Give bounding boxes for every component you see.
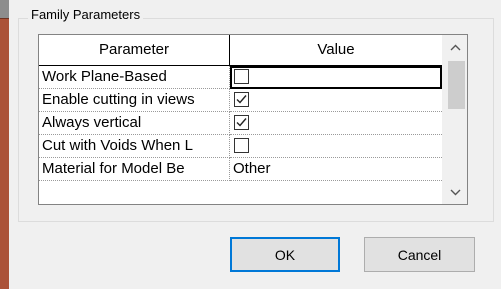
parameter-value-cell[interactable] bbox=[230, 112, 442, 135]
vertical-scrollbar[interactable] bbox=[442, 35, 467, 204]
always-vertical-checkbox[interactable] bbox=[234, 115, 249, 130]
group-title: Family Parameters bbox=[28, 7, 144, 23]
material-value-cell[interactable]: Other bbox=[230, 158, 442, 181]
parameter-value-cell[interactable] bbox=[230, 89, 442, 112]
cut-with-voids-checkbox[interactable] bbox=[234, 138, 249, 153]
cancel-button[interactable]: Cancel bbox=[364, 237, 475, 272]
column-header-value[interactable]: Value bbox=[230, 35, 442, 66]
parameter-value-cell[interactable] bbox=[230, 135, 442, 158]
chevron-down-icon bbox=[450, 189, 461, 195]
scroll-up-button[interactable] bbox=[443, 35, 467, 59]
scrollbar-thumb[interactable] bbox=[448, 61, 465, 109]
background-window-strip bbox=[0, 0, 9, 18]
parameter-name-cell[interactable]: Enable cutting in views bbox=[39, 89, 230, 112]
parameter-name-cell[interactable]: Always vertical bbox=[39, 112, 230, 135]
work-plane-based-checkbox[interactable] bbox=[234, 69, 249, 84]
table-row[interactable]: Cut with Voids When L bbox=[39, 135, 442, 158]
parameter-name-cell[interactable]: Material for Model Be bbox=[39, 158, 230, 181]
parameters-grid: Parameter Value Work Plane-Based Enable … bbox=[38, 34, 468, 205]
chevron-up-icon bbox=[450, 44, 461, 50]
background-window-seam bbox=[0, 18, 9, 19]
parameter-name-cell[interactable]: Work Plane-Based bbox=[39, 66, 230, 89]
table-row[interactable]: Enable cutting in views bbox=[39, 89, 442, 112]
table-row[interactable]: Always vertical bbox=[39, 112, 442, 135]
scroll-down-button[interactable] bbox=[443, 180, 467, 204]
checkmark-icon bbox=[236, 95, 247, 104]
parameter-name-cell[interactable]: Cut with Voids When L bbox=[39, 135, 230, 158]
ok-button[interactable]: OK bbox=[230, 237, 340, 272]
table-row[interactable]: Work Plane-Based bbox=[39, 66, 442, 89]
background-window-edge bbox=[0, 0, 9, 289]
checkmark-icon bbox=[236, 118, 247, 127]
table-row[interactable]: Material for Model Be Other bbox=[39, 158, 442, 181]
column-header-parameter[interactable]: Parameter bbox=[39, 35, 230, 66]
parameter-value-cell[interactable] bbox=[230, 66, 442, 89]
enable-cutting-checkbox[interactable] bbox=[234, 92, 249, 107]
